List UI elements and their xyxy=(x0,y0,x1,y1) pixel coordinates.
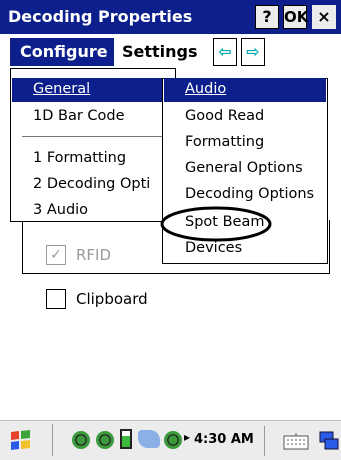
submenu-item-formatting[interactable]: Formatting xyxy=(185,134,264,150)
menu-item-label: General xyxy=(33,81,91,97)
rfid-checkbox: ✓ xyxy=(46,245,66,265)
battery-icon[interactable] xyxy=(120,429,132,449)
submenu-item-label: Audio xyxy=(185,81,227,97)
submenu-item-good-read[interactable]: Good Read xyxy=(185,108,264,124)
tray-expand-icon[interactable]: ▸ xyxy=(184,430,190,444)
network-icon[interactable] xyxy=(96,431,114,449)
desktop-icon[interactable] xyxy=(318,430,340,452)
taskbar-divider xyxy=(264,426,265,456)
sync-icon[interactable] xyxy=(138,430,160,448)
menu-item-1d-bar-code[interactable]: 1D Bar Code xyxy=(33,108,125,124)
menu-item-formatting[interactable]: 1 Formatting xyxy=(33,150,126,166)
menu-item-decoding-options[interactable]: 2 Decoding Opti xyxy=(33,176,150,192)
submenu-item-general-options[interactable]: General Options xyxy=(185,160,303,176)
menu-settings[interactable]: Settings xyxy=(116,38,210,66)
highlight-ellipse xyxy=(160,206,272,242)
clipboard-label: Clipboard xyxy=(76,290,148,308)
start-icon[interactable] xyxy=(8,428,34,452)
menu-configure[interactable]: Configure xyxy=(10,38,114,66)
taskbar-divider xyxy=(52,424,53,456)
prev-arrow-button[interactable]: ⇦ xyxy=(213,38,237,66)
network-icon[interactable] xyxy=(164,431,182,449)
submenu-item-audio[interactable]: Audio xyxy=(164,78,326,102)
menu-separator xyxy=(22,136,162,137)
next-arrow-button[interactable]: ⇨ xyxy=(241,38,265,66)
network-icon[interactable] xyxy=(72,431,90,449)
menu-item-audio[interactable]: 3 Audio xyxy=(33,202,88,218)
clipboard-checkbox[interactable] xyxy=(46,289,66,309)
clock[interactable]: 4:30 AM xyxy=(194,432,254,447)
keyboard-icon[interactable] xyxy=(283,432,309,450)
menu-item-general[interactable]: General xyxy=(12,78,162,102)
rfid-label: RFID xyxy=(76,246,112,264)
close-button[interactable]: × xyxy=(312,5,336,29)
window-title: Decoding Properties xyxy=(8,7,193,26)
ok-button[interactable]: OK xyxy=(283,5,308,29)
help-button[interactable]: ? xyxy=(255,5,279,29)
